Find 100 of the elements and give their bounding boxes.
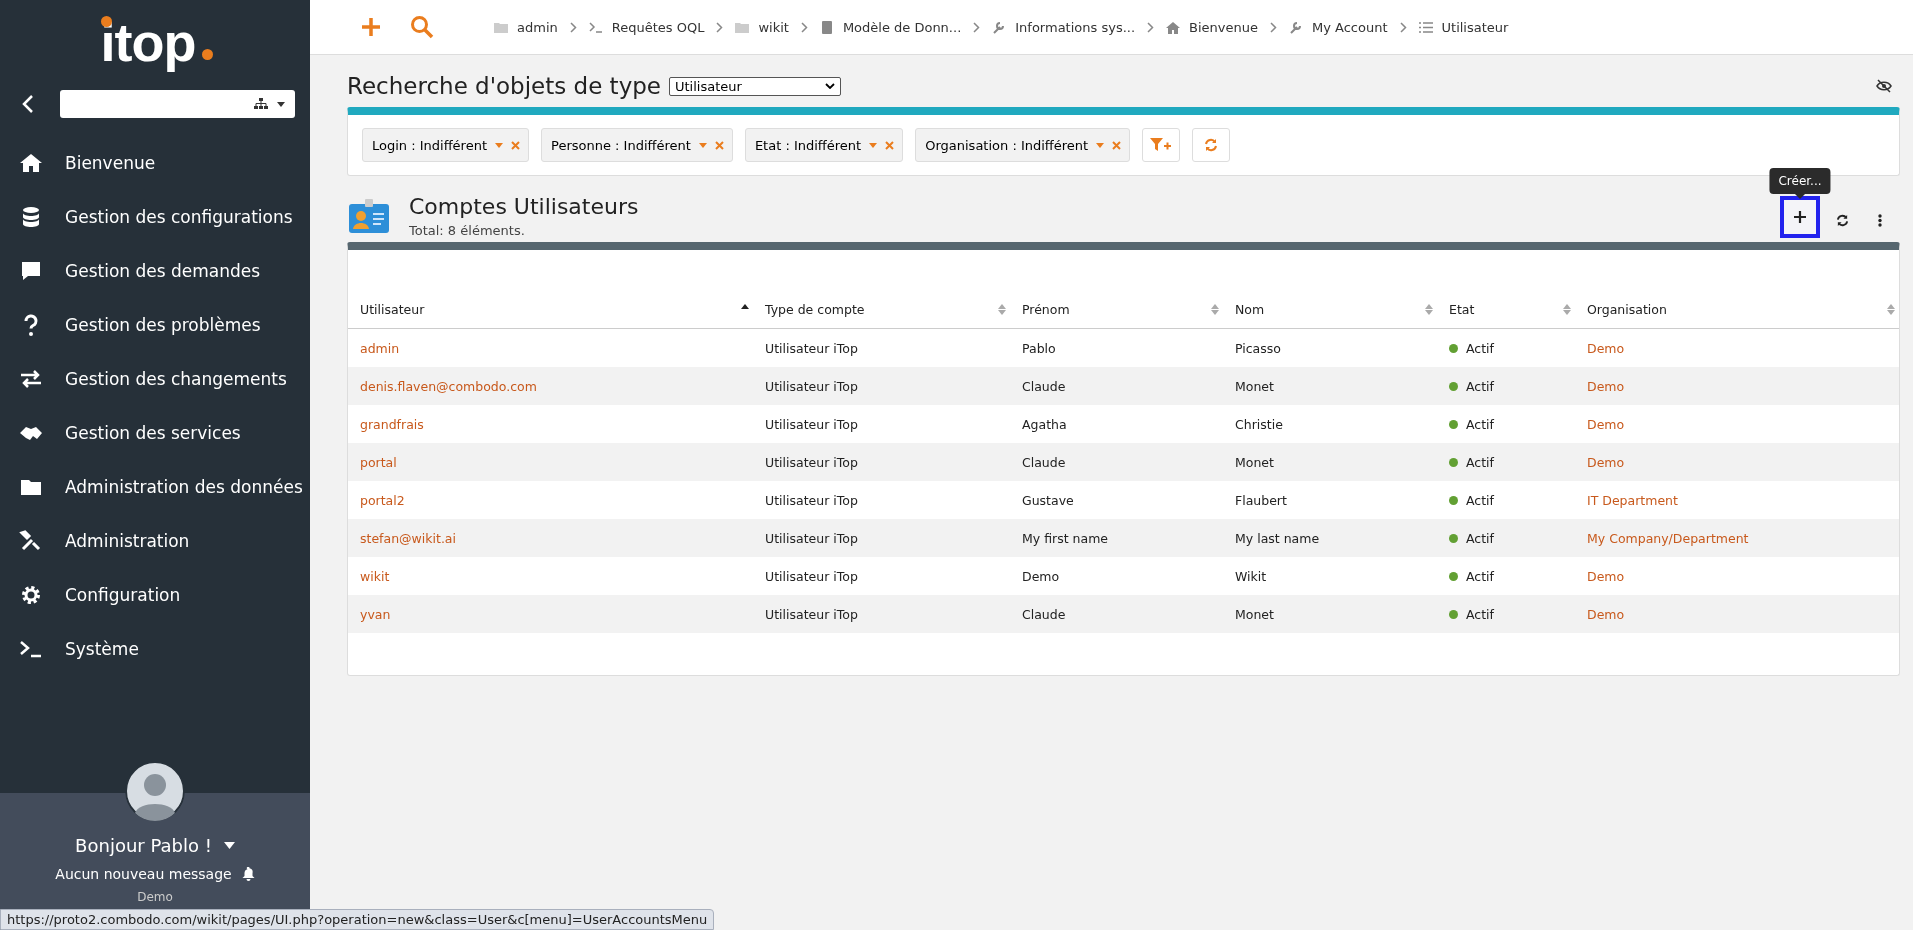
column-header[interactable]: Type de compte bbox=[753, 290, 1010, 329]
table-cell: Utilisateur iTop bbox=[765, 454, 858, 470]
organization-link[interactable]: Demo bbox=[1587, 416, 1625, 432]
caret-icon bbox=[277, 101, 285, 107]
bell-icon[interactable] bbox=[241, 867, 255, 881]
menu-item[interactable]: Gestion des changements bbox=[0, 352, 310, 406]
home-icon bbox=[1166, 20, 1181, 34]
table-cell: Utilisateur iTop bbox=[765, 568, 858, 584]
table-cell: Claude bbox=[1022, 606, 1066, 622]
organization-field[interactable] bbox=[60, 90, 295, 118]
column-header[interactable]: Prénom bbox=[1010, 290, 1223, 329]
chevron-icon bbox=[973, 21, 981, 33]
user-link[interactable]: wikit bbox=[360, 568, 390, 584]
breadcrumb-link[interactable]: Utilisateur bbox=[1418, 19, 1509, 35]
user-link[interactable]: stefan@wikit.ai bbox=[360, 530, 456, 546]
menu-item[interactable]: Bienvenue bbox=[0, 136, 310, 190]
column-header[interactable]: Nom bbox=[1223, 290, 1437, 329]
chevron-icon bbox=[569, 21, 577, 33]
column-header[interactable]: Utilisateur bbox=[348, 290, 753, 329]
breadcrumb-link[interactable]: Requêtes OQL bbox=[588, 19, 705, 35]
criterion-chip[interactable]: Etat : Indifférent bbox=[744, 128, 904, 162]
breadcrumb-link[interactable]: wikit bbox=[735, 19, 789, 35]
avatar-icon[interactable] bbox=[125, 761, 185, 821]
plus-icon[interactable] bbox=[360, 16, 382, 38]
table-cell: Actif bbox=[1466, 530, 1494, 546]
user-greeting[interactable]: Bonjour Pablo ! bbox=[75, 835, 212, 856]
close-icon[interactable] bbox=[1112, 140, 1122, 150]
breadcrumb-link[interactable]: My Account bbox=[1289, 19, 1388, 35]
search-icon[interactable] bbox=[410, 15, 434, 39]
home-icon bbox=[19, 151, 43, 175]
column-header[interactable]: Organisation bbox=[1575, 290, 1899, 329]
close-icon[interactable] bbox=[511, 140, 520, 150]
chevron-icon bbox=[1147, 21, 1155, 33]
table-cell: Utilisateur iTop bbox=[765, 340, 858, 356]
create-button[interactable] bbox=[1780, 196, 1820, 238]
organization-link[interactable]: Demo bbox=[1587, 340, 1625, 356]
close-icon[interactable] bbox=[714, 140, 724, 150]
menu-item[interactable]: Gestion des configurations bbox=[0, 190, 310, 244]
gear-icon bbox=[19, 583, 43, 607]
column-header[interactable]: Etat bbox=[1437, 290, 1575, 329]
caret-icon bbox=[495, 142, 503, 148]
caret-icon bbox=[1096, 142, 1105, 148]
table-cell: Actif bbox=[1466, 340, 1494, 356]
menu-item[interactable]: Gestion des problèmes bbox=[0, 298, 310, 352]
organization-link[interactable]: Demo bbox=[1587, 378, 1625, 394]
chevron-icon bbox=[716, 21, 724, 33]
wrench-icon bbox=[992, 20, 1007, 34]
organization-link[interactable]: Demo bbox=[1587, 568, 1625, 584]
user-link[interactable]: yvan bbox=[360, 606, 391, 622]
hierarchy-icon bbox=[254, 98, 268, 110]
criterion-chip[interactable]: Login : Indifférent bbox=[362, 128, 529, 162]
organization-link[interactable]: Demo bbox=[1587, 454, 1625, 470]
list-icon bbox=[1418, 20, 1433, 34]
table-cell: Picasso bbox=[1235, 340, 1281, 356]
organization-link[interactable]: IT Department bbox=[1587, 492, 1678, 508]
table-cell: Utilisateur iTop bbox=[765, 492, 858, 508]
criterion-chip[interactable]: Organisation : Indifférent bbox=[915, 128, 1131, 162]
table-cell: Pablo bbox=[1022, 340, 1056, 356]
table-cell: Actif bbox=[1466, 416, 1494, 432]
close-icon[interactable] bbox=[885, 140, 895, 150]
user-link[interactable]: portal bbox=[360, 454, 397, 470]
user-link[interactable]: grandfrais bbox=[360, 416, 424, 432]
menu-item[interactable]: Système bbox=[0, 622, 310, 676]
breadcrumb-link[interactable]: Bienvenue bbox=[1166, 19, 1258, 35]
table-cell: Flaubert bbox=[1235, 492, 1287, 508]
menu-item[interactable]: Configuration bbox=[0, 568, 310, 622]
user-link[interactable]: portal2 bbox=[360, 492, 405, 508]
menu-item[interactable]: Gestion des services bbox=[0, 406, 310, 460]
table-cell: My first name bbox=[1022, 530, 1108, 546]
table-cell: Wikit bbox=[1235, 568, 1267, 584]
table-cell: Gustave bbox=[1022, 492, 1074, 508]
user-link[interactable]: admin bbox=[360, 340, 400, 356]
chevron-icon bbox=[1399, 21, 1407, 33]
criterion-chip[interactable]: Personne : Indifférent bbox=[541, 128, 733, 162]
speech-bubble-icon bbox=[19, 259, 43, 283]
add-criterion-button[interactable] bbox=[1142, 128, 1181, 162]
refresh-icon bbox=[1204, 138, 1219, 152]
caret-icon[interactable] bbox=[223, 842, 235, 849]
tools-icon bbox=[19, 529, 43, 553]
id-card-icon bbox=[349, 199, 389, 233]
menu-item[interactable]: Gestion des demandes bbox=[0, 244, 310, 298]
plus-icon bbox=[1794, 211, 1806, 223]
table-cell: Actif bbox=[1466, 568, 1494, 584]
tooltip: Créer... bbox=[1769, 168, 1831, 194]
menu-item[interactable]: Administration des données bbox=[0, 460, 310, 514]
breadcrumb-link[interactable]: Modèle de Donn... bbox=[819, 19, 962, 35]
hidden-eye-icon[interactable] bbox=[1876, 79, 1892, 93]
menu-item[interactable]: Administration bbox=[0, 514, 310, 568]
class-select[interactable]: Utilisateur bbox=[669, 76, 841, 96]
table-cell: Monet bbox=[1235, 378, 1274, 394]
status-bar-url: https://proto2.combodo.com/wikit/pages/UI.php?operation=new&class=User&c[menu]=UserAccountsMenu bbox=[0, 909, 715, 930]
user-link[interactable]: denis.flaven@combodo.com bbox=[360, 378, 537, 394]
table-cell: Actif bbox=[1466, 454, 1494, 470]
logo[interactable]: itop bbox=[96, 12, 214, 72]
breadcrumb-link[interactable]: Informations sys... bbox=[992, 19, 1136, 35]
breadcrumb-link[interactable]: admin bbox=[494, 19, 558, 35]
organization-link[interactable]: Demo bbox=[1587, 606, 1625, 622]
folder-icon bbox=[494, 20, 508, 34]
table-cell: Utilisateur iTop bbox=[765, 416, 858, 432]
chevron-icon bbox=[1270, 21, 1277, 33]
